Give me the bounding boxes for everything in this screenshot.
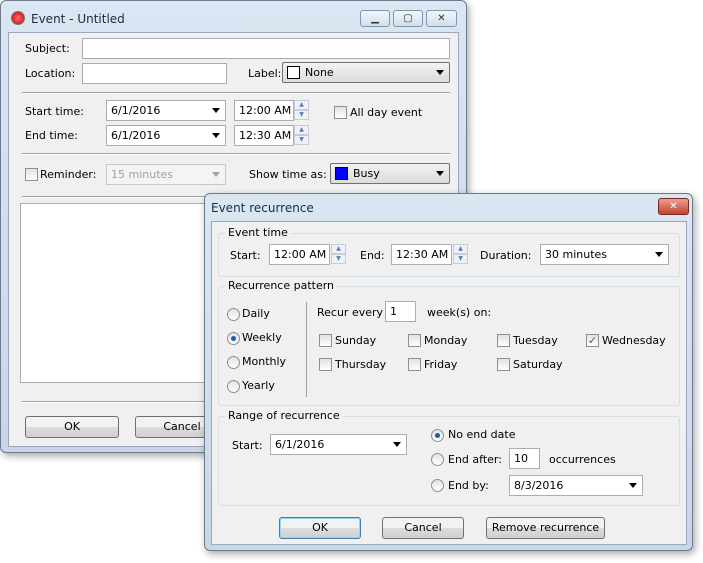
chevron-down-icon — [212, 133, 220, 138]
end-time-input[interactable]: 12:30 AM — [391, 244, 452, 265]
recurrence-dialog: Event recurrence ✕ Event time Start: 12:… — [204, 193, 693, 551]
range-start-picker[interactable]: 6/1/2016 — [270, 434, 407, 455]
day-checkbox-wednesday[interactable]: ✓ — [586, 334, 599, 347]
location-label: Location: — [25, 67, 76, 80]
end-after-radio[interactable] — [431, 453, 444, 466]
show-time-value: Busy — [353, 167, 380, 180]
reminder-label: Reminder: — [40, 168, 97, 181]
label-dropdown[interactable]: None — [282, 62, 450, 83]
duration-label: Duration: — [480, 249, 532, 262]
event-time-group-title: Event time — [225, 226, 291, 239]
pattern-radio-monthly[interactable] — [227, 356, 240, 369]
day-label: Thursday — [335, 358, 387, 371]
pattern-radio-daily[interactable] — [227, 308, 240, 321]
busy-swatch — [335, 167, 348, 180]
end-time-label: End time: — [25, 129, 78, 142]
start-time-spinner[interactable]: ▲ ▼ — [331, 244, 346, 265]
recurrence-client: Event time Start: 12:00 AM ▲ ▼ End: 12:30… — [211, 221, 687, 545]
pattern-group-title: Recurrence pattern — [225, 279, 338, 292]
end-after-label: End after: — [448, 453, 502, 466]
dialog-close-button[interactable]: ✕ — [658, 198, 689, 215]
location-input[interactable] — [82, 63, 227, 84]
day-checkbox-saturday[interactable] — [497, 358, 510, 371]
start-label: Start: — [230, 249, 261, 262]
label-swatch — [287, 66, 300, 79]
divider — [22, 153, 450, 155]
day-label: Saturday — [513, 358, 563, 371]
all-day-checkbox[interactable] — [334, 106, 347, 119]
close-button[interactable]: ✕ — [426, 10, 457, 27]
day-checkbox-thursday[interactable] — [319, 358, 332, 371]
day-label: Tuesday — [513, 334, 558, 347]
end-label: End: — [360, 249, 385, 262]
chevron-down-icon — [655, 252, 663, 257]
chevron-down-icon — [629, 483, 637, 488]
end-by-radio[interactable] — [431, 479, 444, 492]
end-by-label: End by: — [448, 479, 489, 492]
start-time-input[interactable]: 12:00 AM — [234, 100, 294, 121]
end-date-picker[interactable]: 6/1/2016 — [106, 125, 226, 146]
reminder-dropdown[interactable]: 15 minutes — [106, 164, 226, 185]
day-label: Wednesday — [602, 334, 666, 347]
remove-recurrence-button[interactable]: Remove recurrence — [486, 517, 605, 539]
range-start-label: Start: — [232, 439, 263, 452]
cancel-button[interactable]: Cancel — [382, 517, 464, 539]
end-by-picker[interactable]: 8/3/2016 — [509, 475, 643, 496]
maximize-button[interactable]: ▢ — [393, 10, 423, 27]
label-label: Label: — [248, 67, 282, 80]
all-day-label: All day event — [350, 106, 423, 119]
recur-every-input[interactable]: 1 — [385, 301, 416, 322]
occurrences-label: occurrences — [549, 453, 616, 466]
show-time-label: Show time as: — [249, 168, 327, 181]
label-value: None — [305, 66, 334, 79]
window-title: Event - Untitled — [31, 12, 125, 26]
pattern-label: Weekly — [242, 331, 282, 344]
start-time-label: Start time: — [25, 105, 84, 118]
pattern-label: Monthly — [242, 355, 287, 368]
day-checkbox-sunday[interactable] — [319, 334, 332, 347]
reminder-checkbox[interactable] — [25, 168, 38, 181]
end-time-spinner[interactable]: ▲ ▼ — [294, 125, 309, 146]
chevron-down-icon — [212, 172, 220, 177]
no-end-date-radio[interactable] — [431, 429, 444, 442]
weeks-on-label: week(s) on: — [427, 306, 492, 319]
pattern-radio-weekly[interactable] — [227, 332, 240, 345]
pattern-label: Daily — [242, 307, 270, 320]
end-after-input[interactable]: 10 — [509, 448, 540, 469]
subject-input[interactable] — [82, 38, 450, 59]
end-time-input[interactable]: 12:30 AM — [234, 125, 294, 146]
show-time-dropdown[interactable]: Busy — [330, 163, 450, 184]
ok-button[interactable]: OK — [279, 517, 361, 539]
duration-dropdown[interactable]: 30 minutes — [540, 244, 669, 265]
day-label: Friday — [424, 358, 458, 371]
end-time-spinner[interactable]: ▲ ▼ — [453, 244, 468, 265]
day-label: Monday — [424, 334, 468, 347]
start-time-input[interactable]: 12:00 AM — [269, 244, 330, 265]
app-icon — [11, 11, 25, 25]
dialog-title: Event recurrence — [211, 201, 314, 215]
minimize-button[interactable]: ▁ — [360, 10, 390, 27]
divider — [22, 92, 450, 94]
no-end-date-label: No end date — [448, 428, 516, 441]
day-checkbox-monday[interactable] — [408, 334, 421, 347]
start-time-spinner[interactable]: ▲ ▼ — [294, 100, 309, 121]
chevron-down-icon — [436, 171, 444, 176]
subject-label: Subject: — [25, 42, 70, 55]
chevron-down-icon — [393, 442, 401, 447]
chevron-down-icon — [212, 108, 220, 113]
day-label: Sunday — [335, 334, 377, 347]
chevron-down-icon — [436, 70, 444, 75]
pattern-radio-yearly[interactable] — [227, 380, 240, 393]
start-date-picker[interactable]: 6/1/2016 — [106, 100, 226, 121]
day-checkbox-friday[interactable] — [408, 358, 421, 371]
recur-every-label: Recur every — [317, 306, 384, 319]
day-checkbox-tuesday[interactable] — [497, 334, 510, 347]
range-group-title: Range of recurrence — [225, 409, 343, 422]
ok-button[interactable]: OK — [25, 416, 119, 438]
pattern-divider — [306, 302, 307, 397]
pattern-label: Yearly — [242, 379, 275, 392]
